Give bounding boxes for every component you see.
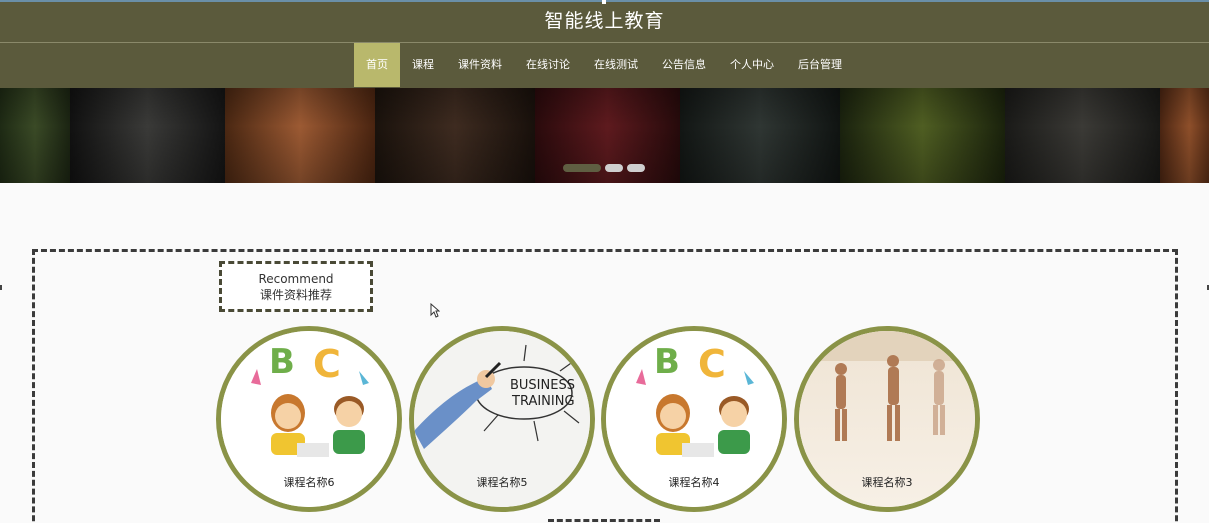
nav-item-announcements[interactable]: 公告信息 [650,43,718,87]
site-header: 智能线上教育 首页 课程 课件资料 在线讨论 在线测试 公告信息 个人中心 后台… [0,0,1209,88]
section-title-box: Recommend 课件资料推荐 [219,261,373,312]
page: 智能线上教育 首页 课程 课件资料 在线讨论 在线测试 公告信息 个人中心 后台… [0,0,1209,523]
nav-item-admin[interactable]: 后台管理 [786,43,854,87]
svg-text:B: B [269,342,295,382]
mouse-cursor-icon [430,303,440,318]
carousel-dot[interactable] [627,164,645,172]
svg-text:B: B [654,342,680,382]
left-edge-mark [0,285,2,290]
course-card[interactable]: 课程名称3 [794,326,980,512]
site-title: 智能线上教育 [544,10,665,32]
course-card[interactable]: BUSINESS TRAINING 课程名称5 [409,326,595,512]
top-marker [602,0,606,4]
nav-item-discussion[interactable]: 在线讨论 [514,43,582,87]
course-name: 课程名称5 [476,476,528,489]
next-section-title-edge [548,519,660,523]
svg-text:C: C [313,342,341,386]
recommend-section [32,249,1178,523]
carousel-dot[interactable] [563,164,601,172]
course-card[interactable]: B C 课程名称4 [601,326,787,512]
nav-item-courses[interactable]: 课程 [400,43,446,87]
course-card[interactable]: B C 课程名称6 [216,326,402,512]
section-title-en: Recommend [258,272,334,286]
carousel-indicators [563,164,645,172]
course-name: 课程名称6 [283,476,335,489]
main-nav: 首页 课程 课件资料 在线讨论 在线测试 公告信息 个人中心 后台管理 [354,43,854,87]
svg-text:TRAINING: TRAINING [511,394,575,409]
svg-text:C: C [698,342,726,386]
carousel-dot[interactable] [605,164,623,172]
course-name: 课程名称3 [861,476,913,489]
nav-item-personal-center[interactable]: 个人中心 [718,43,786,87]
svg-text:BUSINESS: BUSINESS [510,378,575,393]
section-title-cn: 课件资料推荐 [259,288,332,302]
nav-item-materials[interactable]: 课件资料 [446,43,514,87]
course-name: 课程名称4 [668,476,720,489]
nav-item-tests[interactable]: 在线测试 [582,43,650,87]
nav-item-home[interactable]: 首页 [354,43,400,87]
